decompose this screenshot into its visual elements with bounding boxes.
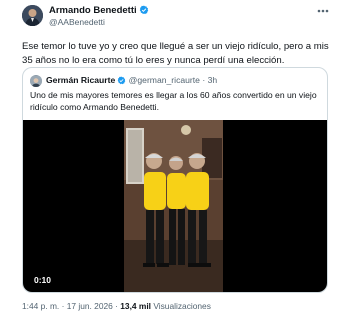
tweet-date[interactable]: 17 jun. 2026: [67, 301, 113, 311]
quoted-verified-badge-icon: [117, 76, 126, 87]
quoted-author-line: Germán Ricaurte @german_ricaurte · 3h: [46, 75, 217, 87]
meta-separator-2: ·: [115, 301, 118, 311]
author-avatar[interactable]: [22, 5, 43, 26]
video-player[interactable]: 0:10: [23, 120, 327, 292]
verified-badge-icon: [139, 5, 149, 18]
quoted-author-avatar[interactable]: [30, 75, 42, 87]
video-frame-image: [124, 120, 223, 292]
author-name-text[interactable]: Armando Benedetti: [49, 5, 137, 16]
views-label: Visualizaciones: [153, 301, 211, 311]
meta-separator-1: ·: [61, 301, 65, 311]
tweet-time[interactable]: 1:44 p. m.: [22, 301, 59, 311]
views-count: 13,4 mil: [120, 301, 151, 311]
quoted-tweet[interactable]: Germán Ricaurte @german_ricaurte · 3h Un…: [22, 67, 328, 293]
tweet-card: Armando Benedetti @AABenedetti Ese temor…: [0, 0, 350, 316]
quoted-text: Uno de mis mayores temores es llegar a l…: [30, 90, 317, 112]
quoted-author-handle[interactable]: @german_ricaurte: [129, 75, 200, 85]
tweet-meta: 1:44 p. m. · 17 jun. 2026 · 13,4 mil Vis…: [22, 301, 211, 311]
quoted-author-name[interactable]: Germán Ricaurte: [46, 75, 115, 85]
tweet-text: Ese temor lo tuve yo y creo que llegué a…: [22, 41, 329, 66]
author-handle[interactable]: @AABenedetti: [49, 17, 105, 27]
video-duration: 0:10: [31, 274, 55, 286]
quoted-time[interactable]: 3h: [208, 75, 218, 85]
quoted-separator: ·: [202, 75, 206, 85]
more-options-icon[interactable]: [316, 6, 330, 16]
